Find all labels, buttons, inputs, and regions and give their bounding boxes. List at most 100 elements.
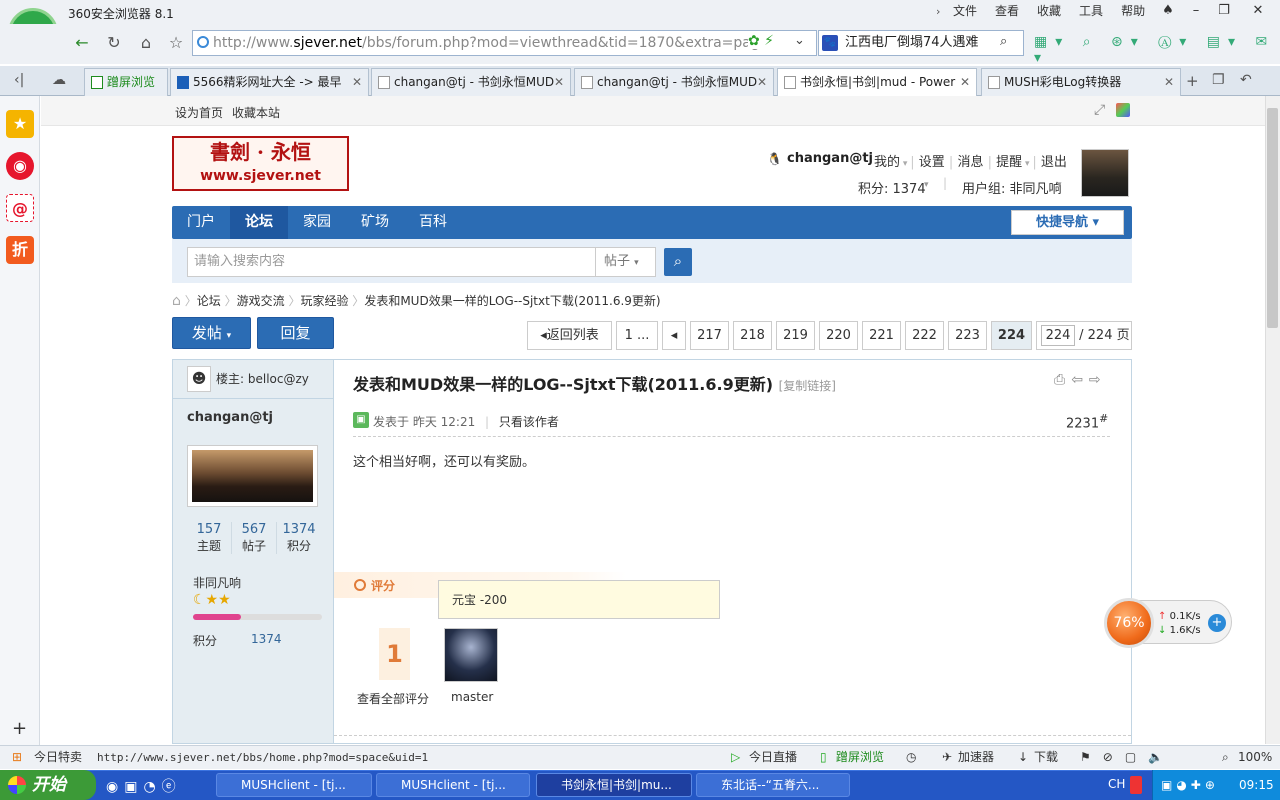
page-218[interactable]: 218 — [733, 321, 772, 350]
nav-wiki[interactable]: 百科 — [404, 206, 462, 239]
close-tab-icon[interactable]: ✕ — [1164, 69, 1174, 95]
close-tab-icon[interactable]: ✕ — [554, 69, 564, 95]
mail-icon[interactable]: @ — [6, 194, 34, 222]
close-tab-icon[interactable]: ✕ — [352, 69, 362, 95]
today-live-link[interactable]: 今日直播 — [749, 746, 797, 769]
rater-avatar[interactable] — [444, 628, 498, 682]
tab-mush-log[interactable]: MUSH彩电Log转换器 ✕ — [981, 68, 1181, 96]
undo-close-icon[interactable]: ↶ — [1240, 72, 1252, 88]
set-homepage-link[interactable]: 设为首页 — [175, 104, 223, 121]
fullscreen-icon[interactable]: ⤢ — [1094, 102, 1105, 118]
baidu-icon[interactable]: 🐾 — [822, 35, 838, 51]
page-220[interactable]: 220 — [819, 321, 858, 350]
search-icon[interactable]: ⌕ — [1000, 34, 1007, 49]
taskbar-browser-active[interactable]: 书剑永恒|书剑|mu... — [536, 773, 692, 797]
cloud-icon[interactable]: ☁ — [52, 72, 66, 88]
view-all-ratings-link[interactable]: 查看全部评分 — [357, 690, 429, 707]
search-type-select[interactable]: 帖子 ▾ — [596, 247, 656, 277]
user-avatar[interactable] — [1081, 149, 1129, 197]
reply-button[interactable]: 回复 — [257, 317, 334, 349]
starter-avatar[interactable]: ☻ — [187, 366, 211, 392]
messages-link[interactable]: 消息 — [957, 155, 983, 170]
page-217[interactable]: 217 — [690, 321, 729, 350]
history-icon[interactable]: ◷ — [906, 746, 916, 769]
input-lang[interactable]: CH — [1108, 777, 1125, 791]
stat-threads[interactable]: 157 主题 — [187, 522, 232, 554]
accelerate-plus-icon[interactable]: + — [1208, 614, 1226, 632]
favorites-star-icon[interactable]: ★ — [6, 110, 34, 138]
maximize-button[interactable]: ❐ — [1210, 0, 1238, 22]
taskbar-mushclient-2[interactable]: MUSHclient - [tj... — [376, 773, 530, 797]
refresh-icon[interactable]: ↻ — [102, 32, 126, 54]
rater-name[interactable]: master — [451, 690, 493, 704]
theme-icon[interactable] — [1116, 103, 1130, 117]
screen-browse-link[interactable]: 蹭屏浏览 — [836, 746, 884, 769]
bookmark-site-link[interactable]: 收藏本站 — [232, 104, 280, 121]
username-link[interactable]: changan@tj — [787, 151, 873, 166]
tab-changan-1[interactable]: changan@tj - 书剑永恒MUD ✕ — [371, 68, 571, 96]
new-tab-icon[interactable]: + — [1186, 72, 1199, 90]
zoom-level[interactable]: 100% — [1238, 746, 1272, 769]
site-logo[interactable]: 書劍 · 永恒 www.sjever.net — [172, 136, 349, 191]
menu-tools[interactable]: 工具 — [1070, 3, 1112, 19]
taskbar-mushclient-1[interactable]: MUSHclient - [tj... — [216, 773, 372, 797]
reminders-link[interactable]: 提醒 — [996, 155, 1022, 170]
chevron-down-icon[interactable]: ⌄ — [794, 33, 805, 48]
weibo-icon[interactable]: ◉ — [6, 152, 34, 180]
points-value[interactable]: 1374 — [251, 632, 282, 646]
menu-help[interactable]: 帮助 — [1112, 3, 1154, 19]
rate-count[interactable]: 1 — [379, 628, 410, 680]
close-tab-icon[interactable]: ✕ — [757, 69, 767, 95]
stat-posts[interactable]: 567 帖子 — [232, 522, 277, 554]
quick-nav-button[interactable]: 快捷导航 ▾ — [1011, 210, 1124, 235]
clock[interactable]: 09:15 — [1239, 770, 1274, 800]
logout-link[interactable]: 退出 — [1041, 155, 1067, 170]
post-author-avatar[interactable] — [187, 445, 318, 507]
tab-scroll-left-icon[interactable]: ‹| — [14, 72, 24, 88]
taskbar-dongbei[interactable]: 东北话--“五脊六... — [696, 773, 850, 797]
menu-favorites[interactable]: 收藏 — [1028, 3, 1070, 19]
page-224-current[interactable]: 224 — [991, 321, 1032, 350]
download-link[interactable]: 下载 — [1034, 746, 1058, 769]
prev-page-icon[interactable]: ◂ — [662, 321, 686, 350]
page-jump-input[interactable]: 224 — [1041, 325, 1075, 346]
memory-percent[interactable]: 76% — [1104, 598, 1154, 648]
nav-mine[interactable]: 矿场 — [346, 206, 404, 239]
minimize-button[interactable]: – — [1182, 0, 1210, 22]
menu-file[interactable]: 文件 — [944, 3, 986, 19]
my-link[interactable]: 我的 — [874, 155, 900, 170]
floor-number[interactable]: 2231# — [1066, 412, 1108, 431]
close-button[interactable]: ✕ — [1244, 0, 1272, 22]
nav-home[interactable]: 家园 — [288, 206, 346, 239]
breadcrumb-game-exchange[interactable]: 游戏交流 — [237, 294, 285, 308]
tab-screen-browse[interactable]: 蹭屏浏览 — [84, 68, 168, 96]
discount-icon[interactable]: 折 — [6, 236, 34, 264]
home-icon[interactable]: ⌂ — [172, 293, 181, 309]
page-first[interactable]: 1 ... — [616, 321, 658, 350]
settings-link[interactable]: 设置 — [919, 155, 945, 170]
accelerator-link[interactable]: 加速器 — [958, 746, 994, 769]
forum-search-icon[interactable]: ⌕ — [664, 248, 692, 276]
sidebar-add-icon[interactable]: + — [12, 718, 27, 739]
breadcrumb-forum[interactable]: 论坛 — [197, 294, 221, 308]
skin-icon[interactable]: ♠ — [1154, 0, 1182, 22]
menu-view[interactable]: 查看 — [986, 3, 1028, 19]
stat-points[interactable]: 1374 积分 — [277, 522, 321, 554]
back-icon[interactable]: ← — [70, 32, 94, 54]
print-prev-next-icons[interactable]: ⎙⇦⇨ — [1054, 372, 1107, 388]
tab-sjever-active[interactable]: 书剑永恒|书剑|mud - Power ✕ — [777, 68, 977, 97]
new-post-button[interactable]: 发帖 ▾ — [172, 317, 251, 349]
copy-link[interactable]: [复制链接] — [779, 379, 836, 393]
scrollbar-thumb[interactable] — [1267, 108, 1278, 328]
extensions-icons[interactable]: ▦▾ ⌕ ⊛▾ Ⓐ▾ ▤▾ ✉▾ — [1034, 34, 1280, 66]
address-bar[interactable]: http://www.sjever.net/bbs/forum.php?mod=… — [192, 30, 817, 56]
page-219[interactable]: 219 — [776, 321, 815, 350]
back-to-list-button[interactable]: ◂返回列表 — [527, 321, 612, 350]
group-dropdown-icon[interactable]: ▾ — [1057, 180, 1062, 190]
tab-changan-2[interactable]: changan@tj - 书剑永恒MUD ✕ — [574, 68, 774, 96]
page-222[interactable]: 222 — [905, 321, 944, 350]
breadcrumb-thread[interactable]: 发表和MUD效果一样的LOG--Sjtxt下载(2011.6.9更新) — [364, 294, 660, 308]
page-223[interactable]: 223 — [948, 321, 987, 350]
forum-search-input[interactable]: 请输入搜索内容 — [187, 247, 596, 277]
user-points[interactable]: 积分: 1374 — [858, 178, 926, 197]
